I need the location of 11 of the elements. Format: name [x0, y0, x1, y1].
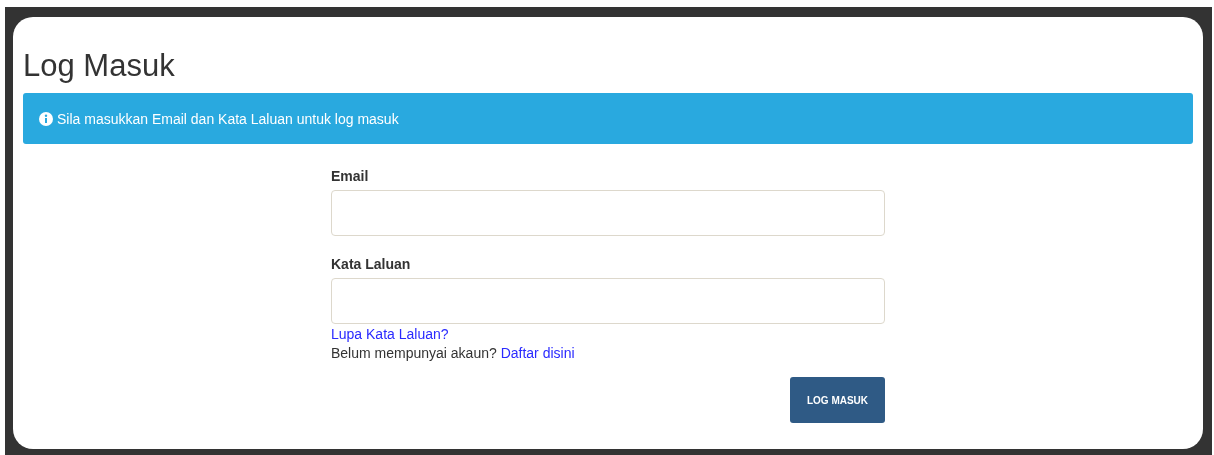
field-label: Email [331, 168, 370, 184]
page-title: Log Masuk [23, 47, 176, 85]
register-prompt: Belum mempunyai akaun? Daftar disini [331, 345, 576, 361]
register-link[interactable]: Daftar disini [500, 345, 575, 361]
info-icon [39, 111, 53, 126]
alert-text: Sila masukkan Email dan Kata Laluan untuk log masuk [57, 110, 399, 127]
forgot-password-link[interactable]: Lupa Kata Laluan? [331, 326, 449, 342]
login-button[interactable]: LOG MASUK [790, 377, 885, 423]
input-field[interactable] [331, 278, 885, 324]
input-field[interactable] [331, 190, 885, 236]
field-label: Kata Laluan [331, 256, 412, 272]
